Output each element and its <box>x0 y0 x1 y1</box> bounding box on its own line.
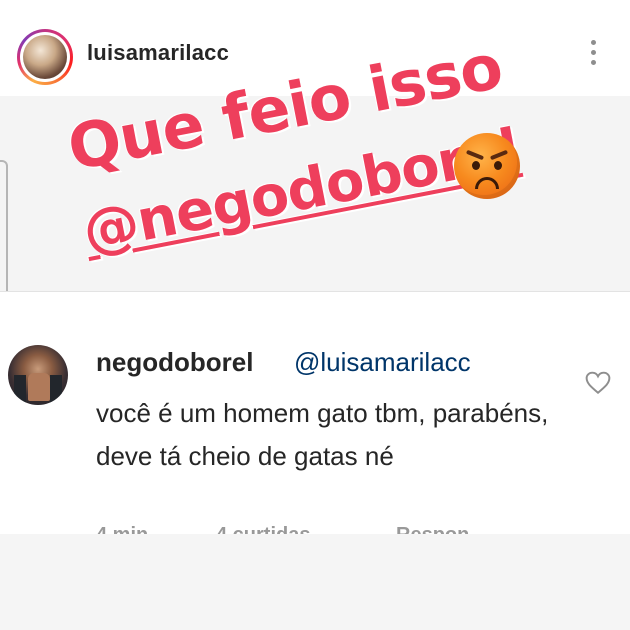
profile-photo-icon <box>23 35 67 79</box>
meta-clip: 4 min 4 curtidas Respon <box>0 292 630 534</box>
story-avatar[interactable] <box>17 29 73 85</box>
bottom-area <box>0 534 630 630</box>
more-vertical-icon[interactable] <box>586 40 600 74</box>
angry-face-emoji-icon <box>454 133 520 199</box>
comment-time: 4 min <box>96 524 148 534</box>
comment-likes[interactable]: 4 curtidas <box>216 524 310 534</box>
header-username[interactable]: luisamarilacc <box>87 40 229 66</box>
reply-button[interactable]: Respon <box>396 524 469 534</box>
